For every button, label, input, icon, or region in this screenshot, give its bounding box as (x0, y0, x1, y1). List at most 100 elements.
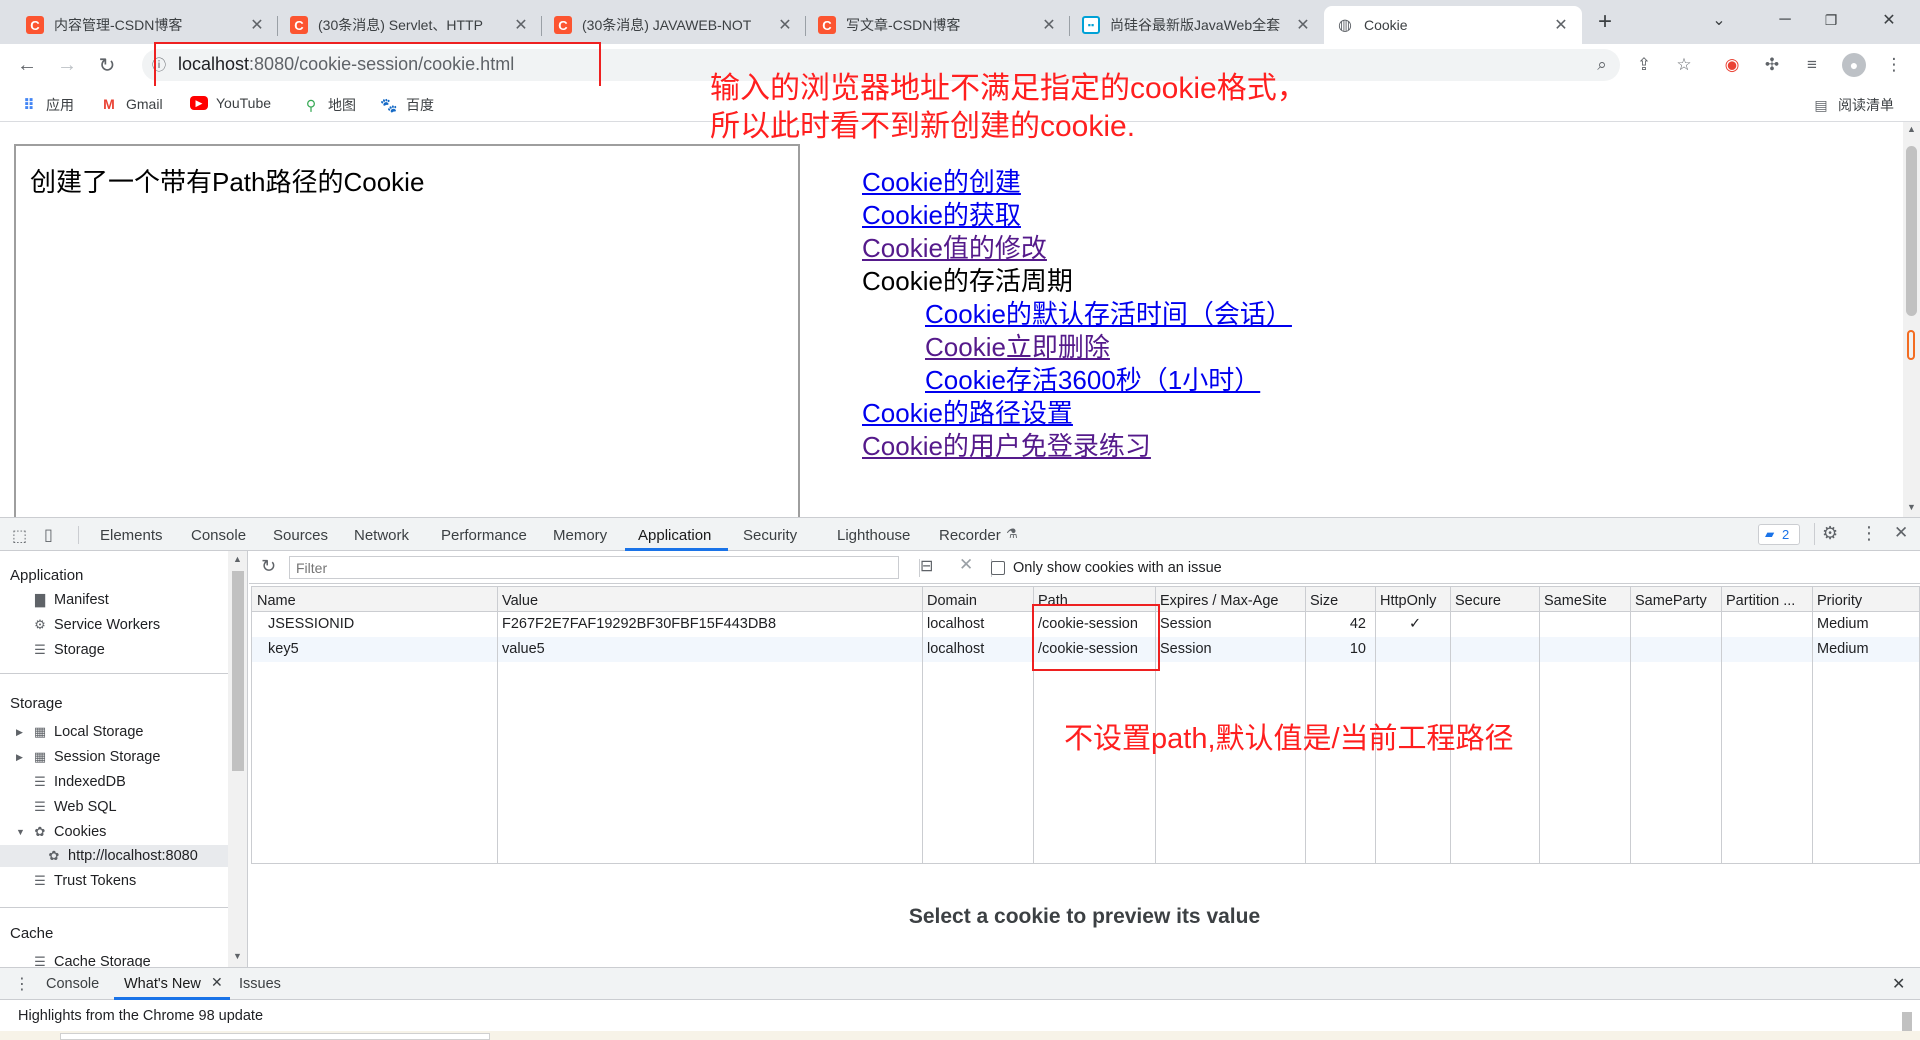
drawer-menu-icon[interactable]: ⋮ (14, 974, 30, 994)
sidebar-item-session-storage[interactable]: ▶ ▦ Session Storage (16, 749, 160, 765)
extension-color-icon[interactable]: ◉ (1722, 55, 1742, 75)
new-tab-button[interactable]: + (1598, 8, 1612, 36)
inspect-element-icon[interactable]: ⬚ (12, 526, 27, 546)
close-drawer-icon[interactable]: ✕ (1892, 974, 1905, 994)
issues-badge[interactable]: ▰ 2 (1758, 524, 1800, 545)
collapse-arrow-icon[interactable]: ▼ (16, 827, 25, 837)
expand-arrow-icon[interactable]: ▶ (16, 727, 23, 738)
sidebar-item-storage[interactable]: ☰ Storage (32, 642, 105, 658)
zoom-icon[interactable]: ⌕ (1592, 55, 1612, 75)
tab-application[interactable]: Application (638, 527, 711, 544)
drawer-tab-console[interactable]: Console (46, 976, 99, 992)
bookmark-youtube[interactable]: ▶ YouTube (190, 95, 271, 111)
tab-network[interactable]: Network (354, 527, 409, 544)
page-scrollbar-thumb[interactable] (1906, 146, 1917, 316)
refresh-icon[interactable]: ↻ (261, 556, 276, 577)
tab-lighthouse[interactable]: Lighthouse (837, 527, 910, 544)
reading-list-button[interactable]: ▤ 阅读清单 (1812, 95, 1894, 115)
sidebar-scrollbar-thumb[interactable] (232, 571, 244, 771)
expand-arrow-icon[interactable]: ▶ (16, 752, 23, 763)
bookmark-gmail[interactable]: M Gmail (100, 95, 162, 113)
tab-sources[interactable]: Sources (273, 527, 328, 544)
filter-input[interactable] (289, 556, 899, 579)
reload-icon[interactable]: ↻ (92, 50, 122, 80)
sidebar-item-indexeddb[interactable]: ☰ IndexedDB (32, 774, 126, 790)
column-header-value[interactable]: Value (502, 593, 538, 609)
bookmark-apps[interactable]: ⠿ 应用 (20, 95, 74, 115)
tab-elements[interactable]: Elements (100, 527, 163, 544)
scroll-up-icon[interactable]: ▲ (233, 554, 242, 564)
column-header-httponly[interactable]: HttpOnly (1380, 593, 1436, 609)
sidebar-item-local-storage[interactable]: ▶ ▦ Local Storage (16, 724, 143, 740)
minimize-icon[interactable]: ─ (1762, 0, 1808, 40)
clear-filtered-icon[interactable]: ⊟ (920, 556, 933, 576)
column-header-samesite[interactable]: SameSite (1544, 593, 1607, 609)
close-tab-icon[interactable]: ✕ (776, 15, 794, 35)
tab-performance[interactable]: Performance (441, 527, 527, 544)
browser-tab[interactable]: C (30条消息) Servlet、HTTP ✕ (278, 6, 542, 44)
drawer-scrollbar[interactable] (1902, 1012, 1912, 1032)
column-header-expires[interactable]: Expires / Max-Age (1160, 593, 1278, 609)
link-cookie-create[interactable]: Cookie的创建 (862, 166, 1292, 199)
restore-icon[interactable]: ❐ (1808, 0, 1854, 40)
sidebar-item-service-workers[interactable]: ⚙ Service Workers (32, 617, 160, 633)
link-cookie-get[interactable]: Cookie的获取 (862, 199, 1292, 232)
devtools-menu-icon[interactable]: ⋮ (1860, 523, 1878, 544)
column-header-secure[interactable]: Secure (1455, 593, 1501, 609)
delete-all-icon[interactable]: ✕ (959, 555, 973, 575)
only-issue-checkbox[interactable] (991, 561, 1005, 575)
close-tab-icon[interactable]: ✕ (1552, 15, 1570, 35)
sidebar-item-trust-tokens[interactable]: ☰ Trust Tokens (32, 873, 136, 889)
close-drawer-tab-icon[interactable]: ✕ (211, 974, 223, 991)
scroll-down-icon[interactable]: ▼ (233, 951, 242, 961)
bookmark-star-icon[interactable]: ☆ (1674, 55, 1694, 75)
window-close-icon[interactable]: ✕ (1866, 0, 1912, 40)
close-tab-icon[interactable]: ✕ (1294, 15, 1312, 35)
close-tab-icon[interactable]: ✕ (1040, 15, 1058, 35)
sidebar-scrollbar[interactable]: ▲ ▼ (228, 551, 247, 967)
menu-dots-icon[interactable]: ⋮ (1884, 55, 1904, 75)
close-devtools-icon[interactable]: ✕ (1894, 523, 1908, 543)
tab-console[interactable]: Console (191, 527, 246, 544)
browser-tab-active[interactable]: ◍ Cookie ✕ (1324, 6, 1582, 44)
browser-tab[interactable]: C 写文章-CSDN博客 ✕ (806, 6, 1070, 44)
column-header-domain[interactable]: Domain (927, 593, 977, 609)
column-header-partition[interactable]: Partition ... (1726, 593, 1795, 609)
drawer-tab-whats-new[interactable]: What's New (124, 976, 201, 992)
page-scrollbar[interactable]: ▲ ▼ (1903, 122, 1920, 517)
browser-tab[interactable]: C 内容管理-CSDN博客 ✕ (14, 6, 278, 44)
browser-tab[interactable]: ▪▪ 尚硅谷最新版JavaWeb全套 ✕ (1070, 6, 1324, 44)
sidebar-item-cache-storage[interactable]: ☰ Cache Storage (32, 954, 151, 967)
tab-security[interactable]: Security (743, 527, 797, 544)
link-cookie-default-life[interactable]: Cookie的默认存活时间（会话） (862, 298, 1292, 331)
sidebar-item-manifest[interactable]: ▇ Manifest (32, 592, 109, 608)
sidebar-item-web-sql[interactable]: ☰ Web SQL (32, 799, 116, 815)
column-header-priority[interactable]: Priority (1817, 593, 1862, 609)
settings-gear-icon[interactable]: ⚙ (1822, 523, 1838, 544)
column-header-name[interactable]: Name (257, 593, 296, 609)
bookmark-maps[interactable]: ⚲ 地图 (302, 95, 356, 115)
forward-icon[interactable]: → (52, 50, 82, 80)
sidebar-item-cookie-origin[interactable]: ✿ http://localhost:8080 (46, 848, 198, 864)
tab-memory[interactable]: Memory (553, 527, 607, 544)
tab-recorder[interactable]: Recorder (939, 527, 1001, 544)
scroll-down-icon[interactable]: ▼ (1907, 502, 1916, 512)
back-icon[interactable]: ← (12, 50, 42, 80)
media-controls-icon[interactable]: ≡ (1802, 55, 1822, 75)
column-header-sameparty[interactable]: SameParty (1635, 593, 1707, 609)
close-tab-icon[interactable]: ✕ (248, 15, 266, 35)
link-cookie-path[interactable]: Cookie的路径设置 (862, 397, 1292, 430)
browser-tab[interactable]: C (30条消息) JAVAWEB-NOT ✕ (542, 6, 806, 44)
profile-avatar-icon[interactable]: ● (1842, 53, 1866, 77)
link-cookie-update[interactable]: Cookie值的修改 (862, 232, 1292, 265)
extensions-icon[interactable]: ✣ (1762, 55, 1782, 75)
sidebar-item-cookies[interactable]: ▼ ✿ Cookies (16, 824, 106, 840)
close-tab-icon[interactable]: ✕ (512, 15, 530, 35)
drawer-tab-issues[interactable]: Issues (239, 976, 281, 992)
link-cookie-3600[interactable]: Cookie存活3600秒（1小时） (862, 364, 1292, 397)
column-header-size[interactable]: Size (1310, 593, 1338, 609)
scroll-up-icon[interactable]: ▲ (1907, 124, 1916, 134)
bookmark-baidu[interactable]: 🐾 百度 (380, 95, 434, 115)
link-cookie-login[interactable]: Cookie的用户免登录练习 (862, 430, 1292, 463)
link-cookie-delete[interactable]: Cookie立即删除 (862, 331, 1292, 364)
